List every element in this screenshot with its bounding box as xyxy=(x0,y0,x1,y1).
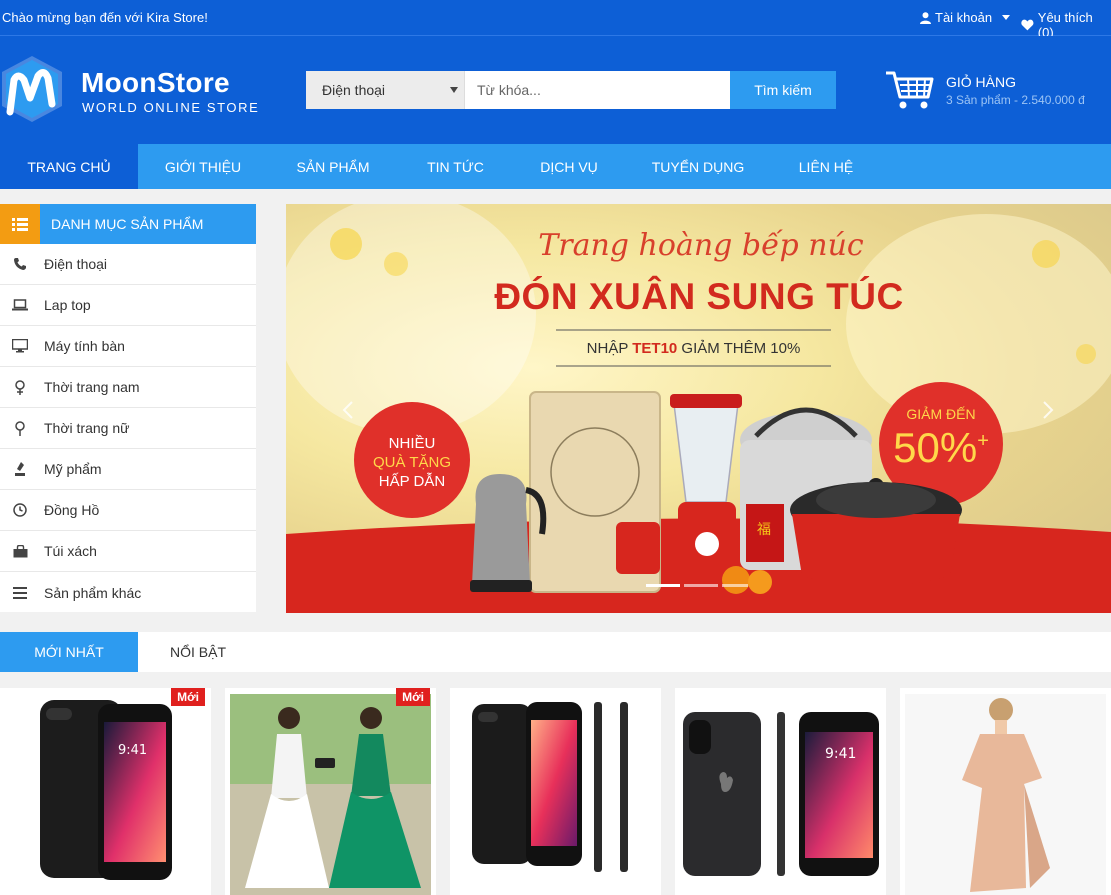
product-card[interactable] xyxy=(900,688,1111,895)
cart-title[interactable]: GIỎ HÀNG xyxy=(946,74,1016,90)
banner-gift-line2: QUÀ TẶNG xyxy=(372,454,452,471)
banner-script-title: Trang hoàng bếp núc xyxy=(538,228,864,263)
banner-discount-number: 50% xyxy=(893,424,978,471)
main-nav: TRANG CHỦ GIỚI THIỆU SẢN PHẨM TIN TỨC DỊ… xyxy=(0,144,1111,189)
banner-headline: ĐÓN XUÂN SUNG TÚC xyxy=(494,276,904,317)
sidebar-item-label: Lap top xyxy=(44,297,91,313)
sidebar-item-label: Thời trang nữ xyxy=(44,420,130,436)
sidebar-item-laptop[interactable]: Lap top xyxy=(0,285,256,326)
banner-discount-value: 50%+ xyxy=(880,424,1002,472)
nav-item-contact[interactable]: LIÊN HỆ xyxy=(771,144,881,189)
sidebar-item-label: Mỹ phẩm xyxy=(44,461,102,477)
category-sidebar: DANH MỤC SẢN PHẨM Điện thoại Lap top Máy… xyxy=(0,204,256,612)
search-bar: Điện thoại Tìm kiếm xyxy=(306,71,836,109)
product-image: 9:41 xyxy=(683,712,879,876)
sidebar-item-phone[interactable]: Điện thoại xyxy=(0,244,256,285)
search-input[interactable] xyxy=(465,71,730,109)
product-card[interactable]: Mới xyxy=(225,688,436,895)
nav-item-careers[interactable]: TUYỂN DỤNG xyxy=(625,144,771,189)
banner-promo: NHẬP TET10 GIẢM THÊM 10% xyxy=(556,340,831,357)
product-card[interactable]: 9:41 xyxy=(675,688,886,895)
banner-discount-label: GIẢM ĐẾN xyxy=(906,406,976,422)
brand-tagline: WORLD ONLINE STORE xyxy=(82,100,260,115)
clock-icon xyxy=(0,503,44,517)
sidebar-item-cosmetics[interactable]: Mỹ phẩm xyxy=(0,449,256,490)
product-card[interactable]: 9:41 Mới xyxy=(0,688,211,895)
search-category-select[interactable]: Điện thoại xyxy=(306,71,465,109)
cosmetic-icon xyxy=(0,461,44,477)
sidebar-item-women-fashion[interactable]: Thời trang nữ xyxy=(0,408,256,449)
nav-item-services[interactable]: DỊCH VỤ xyxy=(513,144,625,189)
welcome-text: Chào mừng bạn đến với Kira Store! xyxy=(2,10,208,25)
list-icon xyxy=(0,586,44,599)
sidebar-item-other[interactable]: Sản phẩm khác xyxy=(0,572,256,613)
sidebar-item-desktop[interactable]: Máy tính bàn xyxy=(0,326,256,367)
tab-newest[interactable]: MỚI NHẤT xyxy=(0,632,138,672)
dropdown-arrow-icon xyxy=(450,87,458,93)
chevron-down-icon xyxy=(1002,15,1011,20)
product-tabs: MỚI NHẤT NỔI BẬT xyxy=(0,632,1111,672)
bag-icon xyxy=(0,544,44,558)
nav-item-about[interactable]: GIỚI THIỆU xyxy=(138,144,268,189)
header: MoonStore WORLD ONLINE STORE Điện thoại … xyxy=(0,36,1111,144)
product-image: 9:41 xyxy=(40,700,172,880)
nav-item-products[interactable]: SẢN PHẨM xyxy=(268,144,398,189)
brand-name[interactable]: MoonStore xyxy=(81,67,230,99)
list-icon xyxy=(0,204,40,244)
sidebar-item-label: Điện thoại xyxy=(44,256,108,272)
hero-banner[interactable]: 福 Trang hoàng bếp núc ĐÓN XUÂN SUNG TÚC … xyxy=(286,204,1111,613)
search-category-value: Điện thoại xyxy=(322,82,386,98)
desktop-icon xyxy=(0,339,44,353)
nav-item-news[interactable]: TIN TỨC xyxy=(398,144,513,189)
sidebar-item-label: Máy tính bàn xyxy=(44,338,125,354)
sidebar-item-men-fashion[interactable]: Thời trang nam xyxy=(0,367,256,408)
phone-icon xyxy=(0,257,44,271)
heart-icon xyxy=(1021,19,1034,31)
new-badge: Mới xyxy=(171,688,205,706)
female-icon xyxy=(0,420,44,436)
banner-gift-line3: HẤP DẪN xyxy=(378,473,446,490)
product-image xyxy=(905,694,1106,895)
svg-text:9:41: 9:41 xyxy=(825,746,856,762)
account-menu[interactable]: Tài khoản xyxy=(920,10,1011,25)
user-icon xyxy=(920,11,931,24)
banner-promo-prefix: NHẬP xyxy=(586,340,633,357)
category-title: DANH MỤC SẢN PHẨM xyxy=(51,216,204,232)
logo-icon[interactable] xyxy=(0,54,64,124)
banner-discount-plus: + xyxy=(977,430,989,452)
laptop-icon xyxy=(0,299,44,311)
sidebar-item-label: Túi xách xyxy=(44,543,97,559)
sidebar-item-label: Thời trang nam xyxy=(44,379,140,395)
sidebar-item-label: Sản phẩm khác xyxy=(44,584,142,601)
product-image xyxy=(230,694,431,895)
cart-icon[interactable] xyxy=(884,69,934,111)
banner-gift-line1: NHIỀU xyxy=(388,435,436,452)
banner-promo-code: TET10 xyxy=(632,340,678,357)
nav-item-home[interactable]: TRANG CHỦ xyxy=(0,144,138,189)
cart-summary: 3 Sản phẩm - 2.540.000 đ xyxy=(946,93,1085,107)
sidebar-item-watches[interactable]: Đồng Hồ xyxy=(0,490,256,531)
product-grid: 9:41 Mới Mới 9:41 xyxy=(0,688,1111,895)
svg-text:福: 福 xyxy=(757,522,771,538)
tab-featured[interactable]: NỔI BẬT xyxy=(138,632,258,672)
search-button[interactable]: Tìm kiếm xyxy=(730,71,836,109)
category-header: DANH MỤC SẢN PHẨM xyxy=(0,204,256,244)
new-badge: Mới xyxy=(396,688,430,706)
svg-text:9:41: 9:41 xyxy=(118,743,147,758)
male-icon xyxy=(0,379,44,395)
banner-gift-callout: NHIỀU QUÀ TẶNG HẤP DẪN xyxy=(354,434,470,491)
sidebar-item-bags[interactable]: Túi xách xyxy=(0,531,256,572)
banner-promo-suffix: GIẢM THÊM 10% xyxy=(677,340,801,357)
top-bar: Chào mừng bạn đến với Kira Store! Tài kh… xyxy=(0,0,1111,40)
product-image xyxy=(472,702,628,872)
product-card[interactable] xyxy=(450,688,661,895)
sidebar-item-label: Đồng Hồ xyxy=(44,502,100,518)
account-label: Tài khoản xyxy=(935,10,993,25)
